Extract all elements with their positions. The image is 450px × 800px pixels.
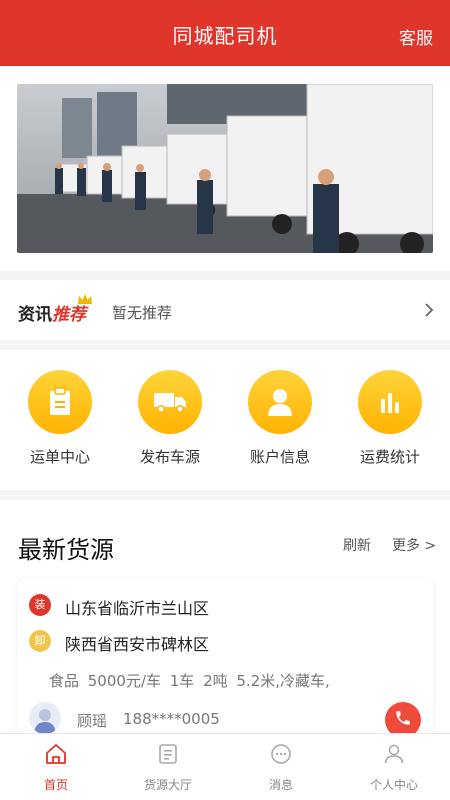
tab-messages[interactable]: 消息 (225, 742, 337, 793)
quick-actions: 运单中心 发布车源 账户信息 运费统计 (0, 350, 450, 490)
section-title: 最新货源 (18, 536, 114, 564)
chat-bubble-icon (269, 744, 293, 770)
cargo-details: 食品 5000元/车 1车 2吨 5.2米,冷藏车, (49, 672, 330, 690)
cargo-card[interactable]: 装 山东省临沂市兰山区 卸 陕西省西安市碑林区 食品 5000元/车 1车 2吨… (17, 578, 433, 738)
news-logo-main: 资讯 (18, 305, 52, 325)
publish-vehicle-button[interactable]: 发布车源 (120, 370, 220, 467)
tab-cargo-hall-label: 货源大厅 (143, 778, 192, 792)
crown-icon (77, 290, 93, 309)
contact-phone: 188****0005 (123, 710, 220, 728)
tab-home-label: 首页 (43, 778, 68, 792)
page-title: 同城配司机 (172, 24, 278, 48)
unload-badge: 卸 (29, 630, 51, 652)
customer-service-button[interactable]: 客服 (399, 24, 433, 49)
chevron-right-icon[interactable] (424, 302, 434, 322)
contact-name: 顾瑶 (77, 712, 108, 730)
load-address: 山东省临沂市兰山区 (65, 599, 210, 618)
bar-chart-icon (358, 370, 422, 434)
tab-profile-label: 个人中心 (369, 778, 418, 792)
banner-image[interactable] (17, 84, 433, 253)
account-info-label: 账户信息 (249, 448, 310, 466)
freight-stats-label: 运费统计 (359, 448, 420, 466)
publish-vehicle-label: 发布车源 (139, 448, 200, 466)
home-icon (44, 744, 68, 770)
unload-address: 陕西省西安市碑林区 (65, 635, 210, 654)
avatar (29, 702, 61, 734)
banner-section (0, 66, 450, 271)
truck-icon (138, 370, 202, 434)
freight-stats-button[interactable]: 运费统计 (340, 370, 440, 467)
news-logo: 资讯推荐 (18, 300, 86, 325)
clipboard-icon (28, 370, 92, 434)
tab-messages-label: 消息 (268, 778, 293, 792)
document-list-icon (156, 744, 180, 770)
tab-home[interactable]: 首页 (0, 742, 112, 793)
phone-icon (394, 709, 412, 731)
user-icon (382, 744, 406, 770)
waybill-center-label: 运单中心 (29, 448, 90, 466)
tab-cargo-hall[interactable]: 货源大厅 (112, 742, 224, 793)
bottom-tab-bar: 首页 货源大厅 消息 个人中心 (0, 733, 450, 800)
user-icon (248, 370, 312, 434)
account-info-button[interactable]: 账户信息 (230, 370, 330, 467)
refresh-button[interactable]: 刷新 (343, 535, 371, 555)
tab-profile[interactable]: 个人中心 (338, 742, 450, 793)
more-button[interactable]: 更多 > (392, 535, 436, 555)
waybill-center-button[interactable]: 运单中心 (10, 370, 110, 467)
news-text: 暂无推荐 (112, 304, 173, 322)
app-header: 同城配司机 客服 (0, 0, 450, 66)
load-badge: 装 (29, 594, 51, 616)
news-recommend-bar[interactable]: 资讯推荐 暂无推荐 (0, 280, 450, 340)
